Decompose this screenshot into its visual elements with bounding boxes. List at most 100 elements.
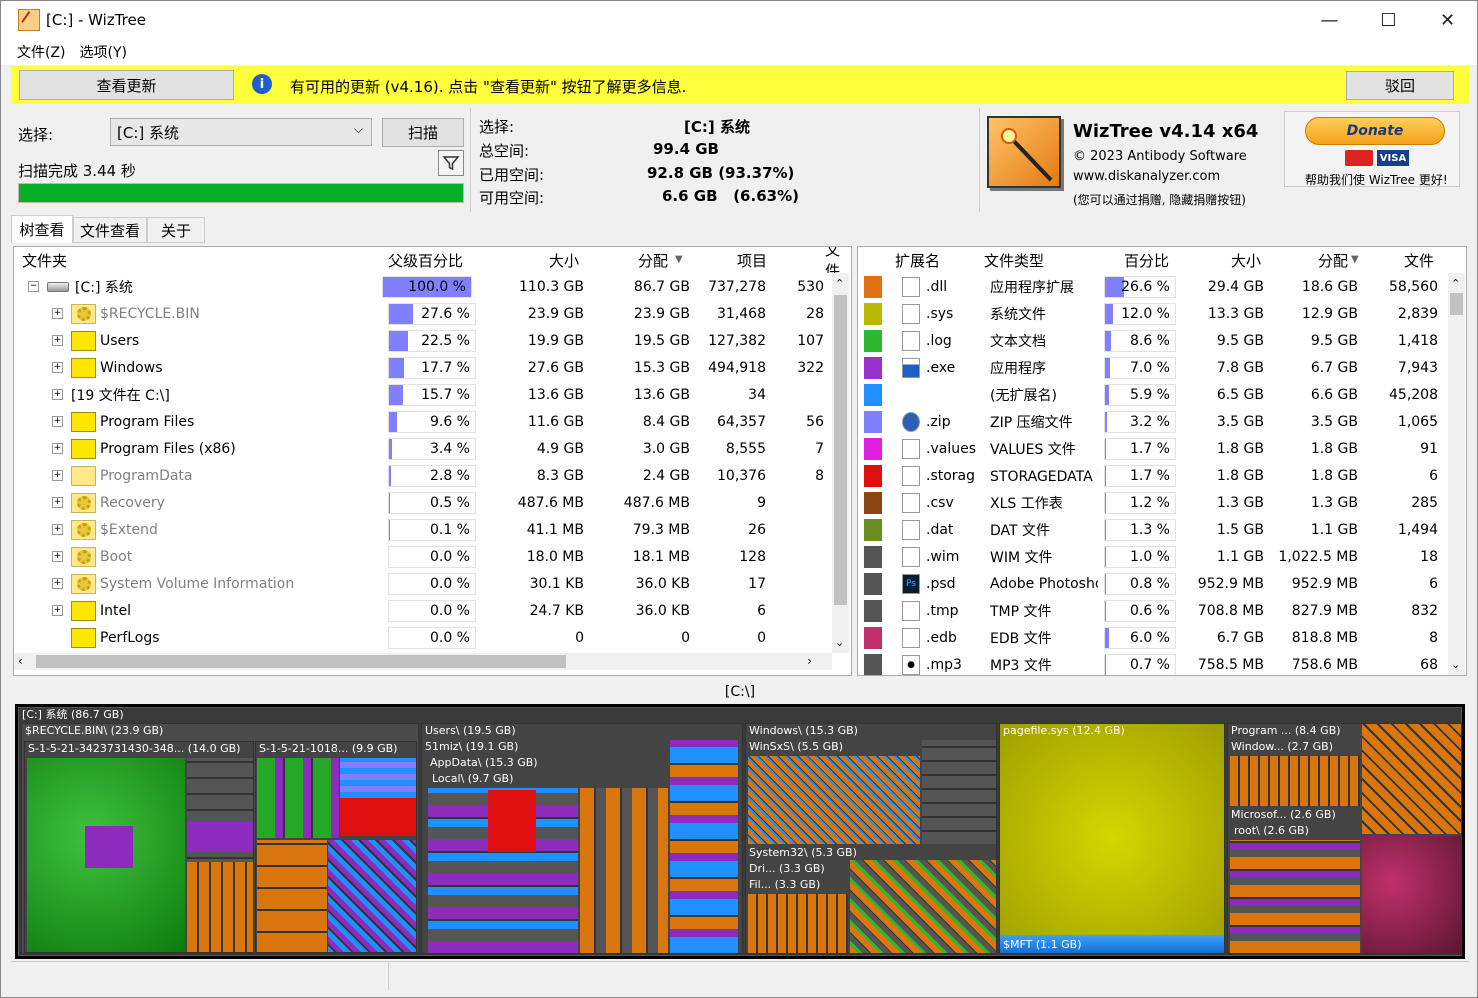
ext-scroll-down-icon[interactable]: ⌄ [1451, 658, 1460, 671]
tree-items-cell: 6 [757, 602, 766, 619]
ext-pct-bar: 7.0 % [1104, 357, 1176, 379]
col-ext-files[interactable]: 文件 [1404, 247, 1434, 273]
col-ext-allocated[interactable]: 分配 [1318, 247, 1348, 273]
tree-items-cell: 127,382 [708, 332, 766, 349]
ext-row[interactable]: .sys 系统文件 12.0 % 13.3 GB 12.9 GB 2,839 [858, 300, 1448, 327]
tree-alloc-cell: 19.5 GB [633, 332, 690, 349]
expand-icon[interactable]: + [52, 578, 63, 589]
maximize-button[interactable]: ☐ [1359, 1, 1418, 39]
ext-row[interactable]: .edb EDB 文件 6.0 % 6.7 GB 818.8 MB 8 [858, 624, 1448, 651]
scan-button[interactable]: 扫描 [382, 118, 464, 147]
drive-select[interactable]: [C:] 系统 ⌵ [110, 118, 372, 146]
tree-vertical-scrollbar[interactable]: ⌃ ⌄ [832, 273, 849, 653]
ext-row[interactable]: .exe 应用程序 7.0 % 7.8 GB 6.7 GB 7,943 [858, 354, 1448, 381]
expand-icon[interactable]: + [52, 308, 63, 319]
tree-row[interactable]: + ProgramData 2.8 % 8.3 GB 2.4 GB 10,376 8 [14, 462, 832, 489]
expand-icon[interactable]: + [52, 389, 63, 400]
col-size[interactable]: 大小 [549, 247, 579, 273]
expand-icon[interactable]: − [28, 281, 39, 292]
check-update-button[interactable]: 查看更新 [19, 70, 234, 100]
tree-alloc-cell: 3.0 GB [642, 440, 690, 457]
ext-row[interactable]: .dat DAT 文件 1.3 % 1.5 GB 1.1 GB 1,494 [858, 516, 1448, 543]
col-ext-size[interactable]: 大小 [1231, 247, 1261, 273]
tree-row[interactable]: − [C:] 系统 100.0 % 110.3 GB 86.7 GB 737,278 530 [14, 273, 832, 300]
tree-row[interactable]: + Boot 0.0 % 18.0 MB 18.1 MB 128 [14, 543, 832, 570]
tree-row[interactable]: + Intel 0.0 % 24.7 KB 36.0 KB 6 [14, 597, 832, 624]
treemap-recycle-bin[interactable]: $RECYCLE.BIN\ (23.9 GB) S-1-5-21-3423731… [21, 723, 419, 954]
col-files[interactable]: 文件 [825, 247, 851, 280]
ext-type-cell: VALUES 文件 [990, 441, 1076, 458]
donate-button[interactable]: Donate [1305, 117, 1445, 145]
ext-row[interactable]: .tmp TMP 文件 0.6 % 708.8 MB 827.9 MB 832 [858, 597, 1448, 624]
expand-icon[interactable]: + [52, 443, 63, 454]
close-button[interactable]: ✕ [1418, 1, 1477, 39]
ext-row[interactable]: .zip ZIP 压缩文件 3.2 % 3.5 GB 3.5 GB 1,065 [858, 408, 1448, 435]
ext-row[interactable]: (无扩展名) 5.9 % 6.5 GB 6.6 GB 45,208 [858, 381, 1448, 408]
tree-scroll-thumb[interactable] [834, 295, 847, 605]
filter-icon[interactable] [438, 150, 464, 176]
tab-tree-view[interactable]: 树查看 [11, 215, 73, 243]
ext-row[interactable]: .storag STORAGEDATA 文 1.7 % 1.8 GB 1.8 GB 6 [858, 462, 1448, 489]
ext-row[interactable]: ● .mp3 MP3 文件 0.7 % 758.5 MB 758.6 MB 68 [858, 651, 1448, 675]
expand-icon[interactable]: + [52, 362, 63, 373]
treemap-dri-label: Dri... (3.3 GB) [749, 862, 825, 875]
treemap-pagefile[interactable]: pagefile.sys (12.4 GB) $MFT (1.1 GB) [999, 723, 1225, 954]
treemap[interactable]: [C:] 系统 (86.7 GB) $RECYCLE.BIN\ (23.9 GB… [15, 704, 1465, 959]
treemap-program-files[interactable]: Program ... (8.4 GB) Window... (2.7 GB) … [1227, 723, 1462, 954]
tree-items-cell: 26 [748, 521, 766, 538]
scan-progress-fill [19, 184, 463, 202]
tree-row[interactable]: + Program Files (x86) 3.4 % 4.9 GB 3.0 GB 8,5… [14, 435, 832, 462]
col-parent-pct[interactable]: 父级百分比 [388, 247, 463, 273]
expand-icon[interactable]: + [52, 470, 63, 481]
scroll-down-icon[interactable]: ⌄ [835, 636, 844, 649]
tree-items-cell: 8,555 [725, 440, 766, 457]
col-allocated[interactable]: 分配 [638, 247, 668, 273]
donate-area[interactable]: Donate VISA 帮助我们使 WizTree 更好! [1284, 111, 1460, 187]
expand-icon[interactable]: + [52, 551, 63, 562]
tree-row[interactable]: +PerfLogs 0.0 % 0 0 0 [14, 624, 832, 651]
treemap-mft[interactable]: $MFT (1.1 GB) [1000, 935, 1224, 953]
expand-icon[interactable]: + [52, 497, 63, 508]
tree-row[interactable]: + $RECYCLE.BIN 27.6 % 23.9 GB 23.9 GB 31,468 2… [14, 300, 832, 327]
ext-row[interactable]: .log 文本文档 8.6 % 9.5 GB 9.5 GB 1,418 [858, 327, 1448, 354]
col-percent[interactable]: 百分比 [1124, 247, 1169, 273]
ext-scroll-thumb[interactable] [1450, 293, 1463, 315]
menu-options[interactable]: 选项(Y) [80, 42, 127, 62]
tree-row[interactable]: + Users 22.5 % 19.9 GB 19.5 GB 127,382 107 [14, 327, 832, 354]
ext-row[interactable]: Ps .psd Adobe Photoshc 0.8 % 952.9 MB 952.9 M… [858, 570, 1448, 597]
website-link[interactable]: www.diskanalyzer.com [1073, 169, 1220, 184]
col-file-type[interactable]: 文件类型 [984, 247, 1044, 273]
expand-icon[interactable]: + [52, 605, 63, 616]
tree-row[interactable]: + [19 文件在 C:\] 15.7 % 13.6 GB 13.6 GB 34 [14, 381, 832, 408]
ext-row[interactable]: .csv XLS 工作表 1.2 % 1.3 GB 1.3 GB 285 [858, 489, 1448, 516]
tree-row[interactable]: + Program Files 9.6 % 11.6 GB 8.4 GB 64,357 56 [14, 408, 832, 435]
tree-row[interactable]: + System Volume Information 0.0 % 30.1 KB 36… [14, 570, 832, 597]
col-folder[interactable]: 文件夹 [22, 247, 67, 273]
tree-hscroll-thumb[interactable] [36, 655, 566, 668]
treemap-windows[interactable]: Windows\ (15.3 GB) WinSxS\ (5.5 GB) Syst… [745, 723, 997, 954]
minimize-button[interactable]: — [1300, 1, 1359, 39]
tree-row[interactable]: + Recovery 0.5 % 487.6 MB 487.6 MB 9 [14, 489, 832, 516]
scroll-up-icon[interactable]: ⌃ [835, 277, 844, 290]
dismiss-button[interactable]: 驳回 [1346, 71, 1454, 100]
scroll-left-icon[interactable]: ‹ [18, 654, 23, 668]
ext-scroll-up-icon[interactable]: ⌃ [1451, 277, 1460, 290]
menu-file[interactable]: 文件(Z) [17, 42, 66, 62]
col-items[interactable]: 项目 [737, 247, 767, 273]
title-bar[interactable]: [C:] - WizTree — ☐ ✕ [1, 1, 1477, 39]
expand-icon[interactable]: + [52, 524, 63, 535]
ext-row[interactable]: .dll 应用程序扩展 26.6 % 29.4 GB 18.6 GB 58,560 [858, 273, 1448, 300]
col-extension[interactable]: 扩展名 [895, 247, 940, 273]
tree-row[interactable]: + $Extend 0.1 % 41.1 MB 79.3 MB 26 [14, 516, 832, 543]
expand-icon[interactable]: + [52, 335, 63, 346]
ext-row[interactable]: .values VALUES 文件 1.7 % 1.8 GB 1.8 GB 91 [858, 435, 1448, 462]
treemap-users[interactable]: Users\ (19.5 GB) 51miz\ (19.1 GB) AppDat… [421, 723, 743, 954]
scroll-right-icon[interactable]: › [807, 654, 812, 668]
ext-vertical-scrollbar[interactable]: ⌃ ⌄ [1448, 273, 1465, 675]
tab-about[interactable]: 关于 [147, 217, 205, 243]
ext-row[interactable]: .wim WIM 文件 1.0 % 1.1 GB 1,022.5 MB 18 [858, 543, 1448, 570]
expand-icon[interactable]: + [52, 416, 63, 427]
tree-row[interactable]: + Windows 17.7 % 27.6 GB 15.3 GB 494,918 322 [14, 354, 832, 381]
tab-file-view[interactable]: 文件查看 [73, 217, 147, 243]
tree-horizontal-scrollbar[interactable]: ‹ › [14, 653, 832, 670]
